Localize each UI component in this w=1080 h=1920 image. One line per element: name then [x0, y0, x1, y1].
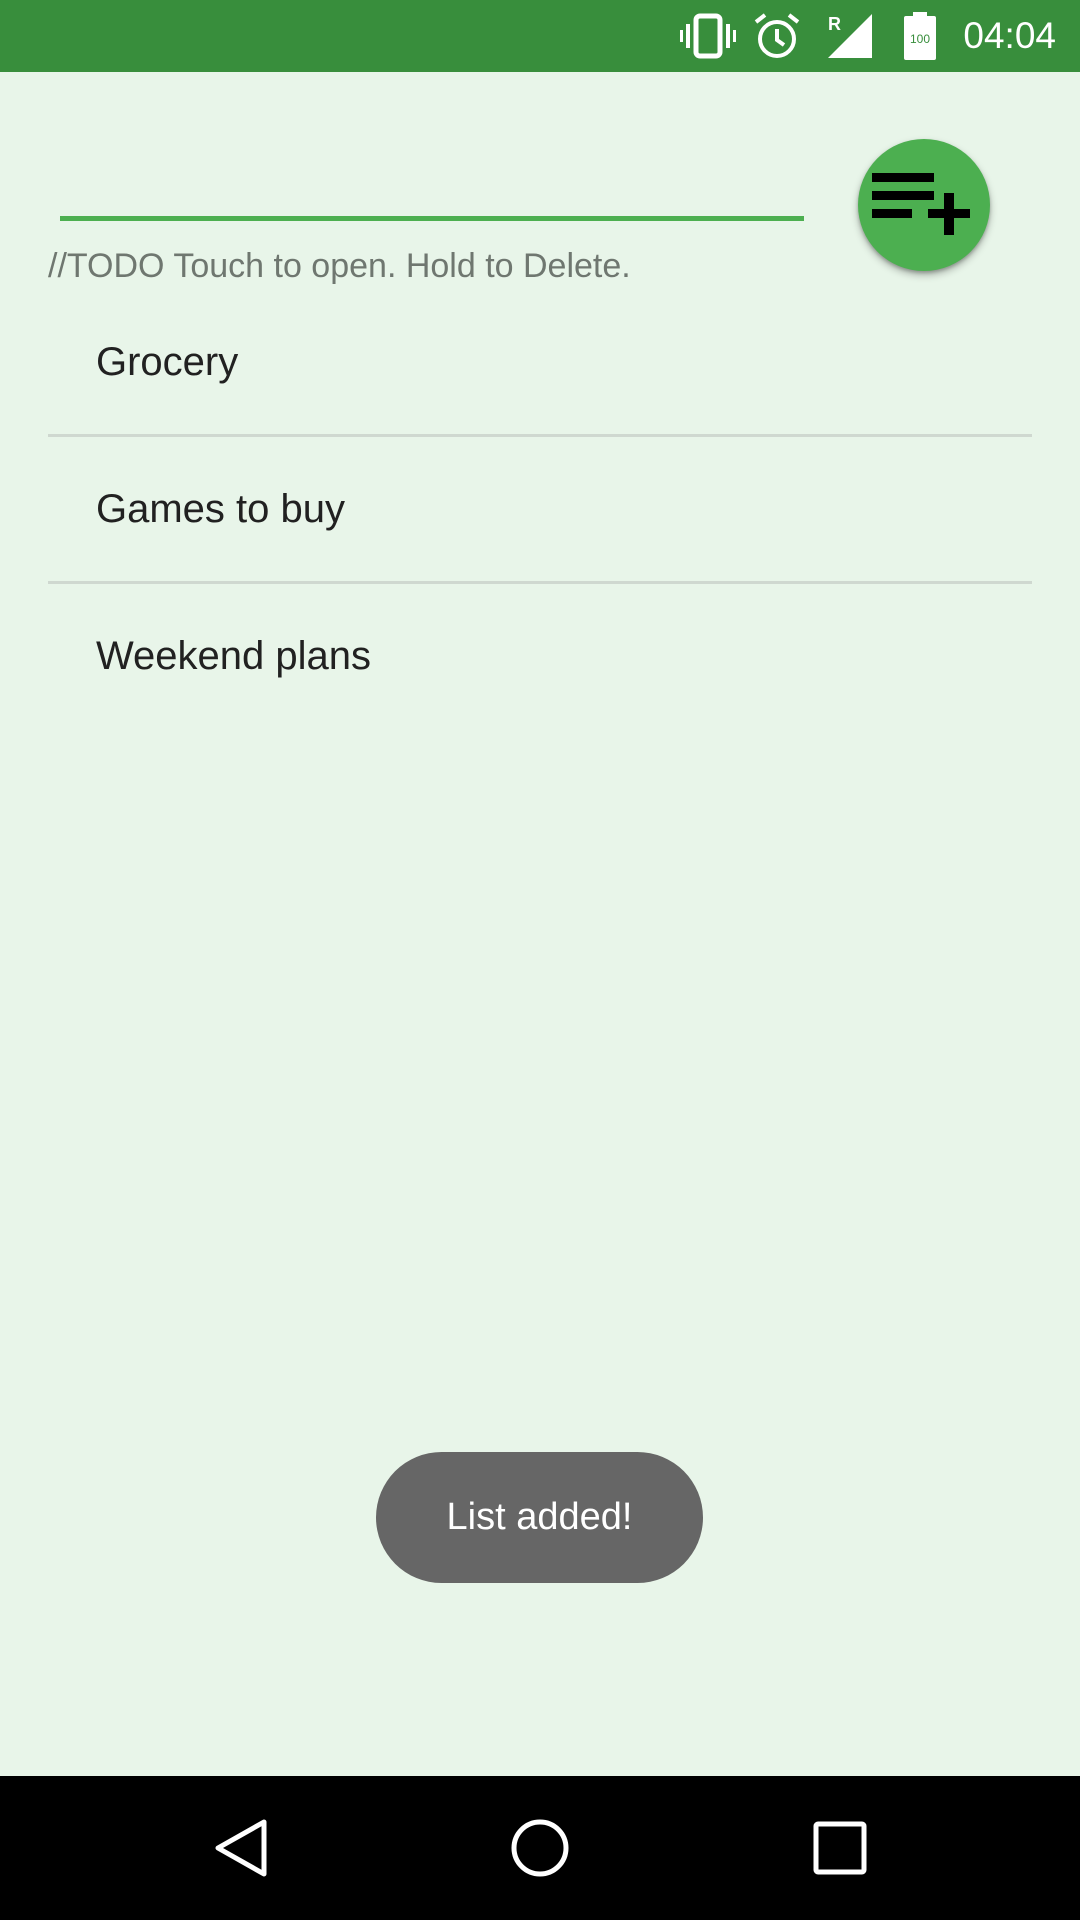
status-bar: R 100 04:04 — [0, 0, 1080, 72]
list-item-label: Weekend plans — [96, 634, 371, 678]
home-icon[interactable] — [504, 1812, 576, 1884]
alarm-icon — [754, 13, 800, 58]
list-item[interactable]: Games to buy — [48, 437, 1032, 581]
list-item[interactable]: Grocery — [48, 290, 1032, 434]
list-name-input[interactable] — [60, 150, 804, 221]
signal-label: R — [828, 14, 841, 34]
add-list-button[interactable] — [858, 139, 990, 271]
navigation-bar — [0, 1776, 1080, 1920]
toast-message: List added! — [376, 1452, 703, 1583]
list-name-field — [60, 150, 804, 222]
battery-icon: 100 — [904, 12, 936, 60]
back-icon[interactable] — [204, 1812, 276, 1884]
battery-level: 100 — [910, 32, 930, 46]
playlist-add-icon — [872, 173, 970, 235]
todo-lists: Grocery Games to buy Weekend plans — [48, 290, 1032, 728]
status-time: 04:04 — [963, 15, 1056, 56]
hint-text: //TODO Touch to open. Hold to Delete. — [48, 247, 631, 285]
recents-icon[interactable] — [804, 1812, 876, 1884]
vibrate-icon — [680, 13, 736, 59]
list-item-label: Games to buy — [96, 487, 346, 531]
list-item-label: Grocery — [96, 340, 239, 384]
list-item[interactable]: Weekend plans — [48, 584, 1032, 728]
signal-icon: R — [828, 14, 872, 58]
